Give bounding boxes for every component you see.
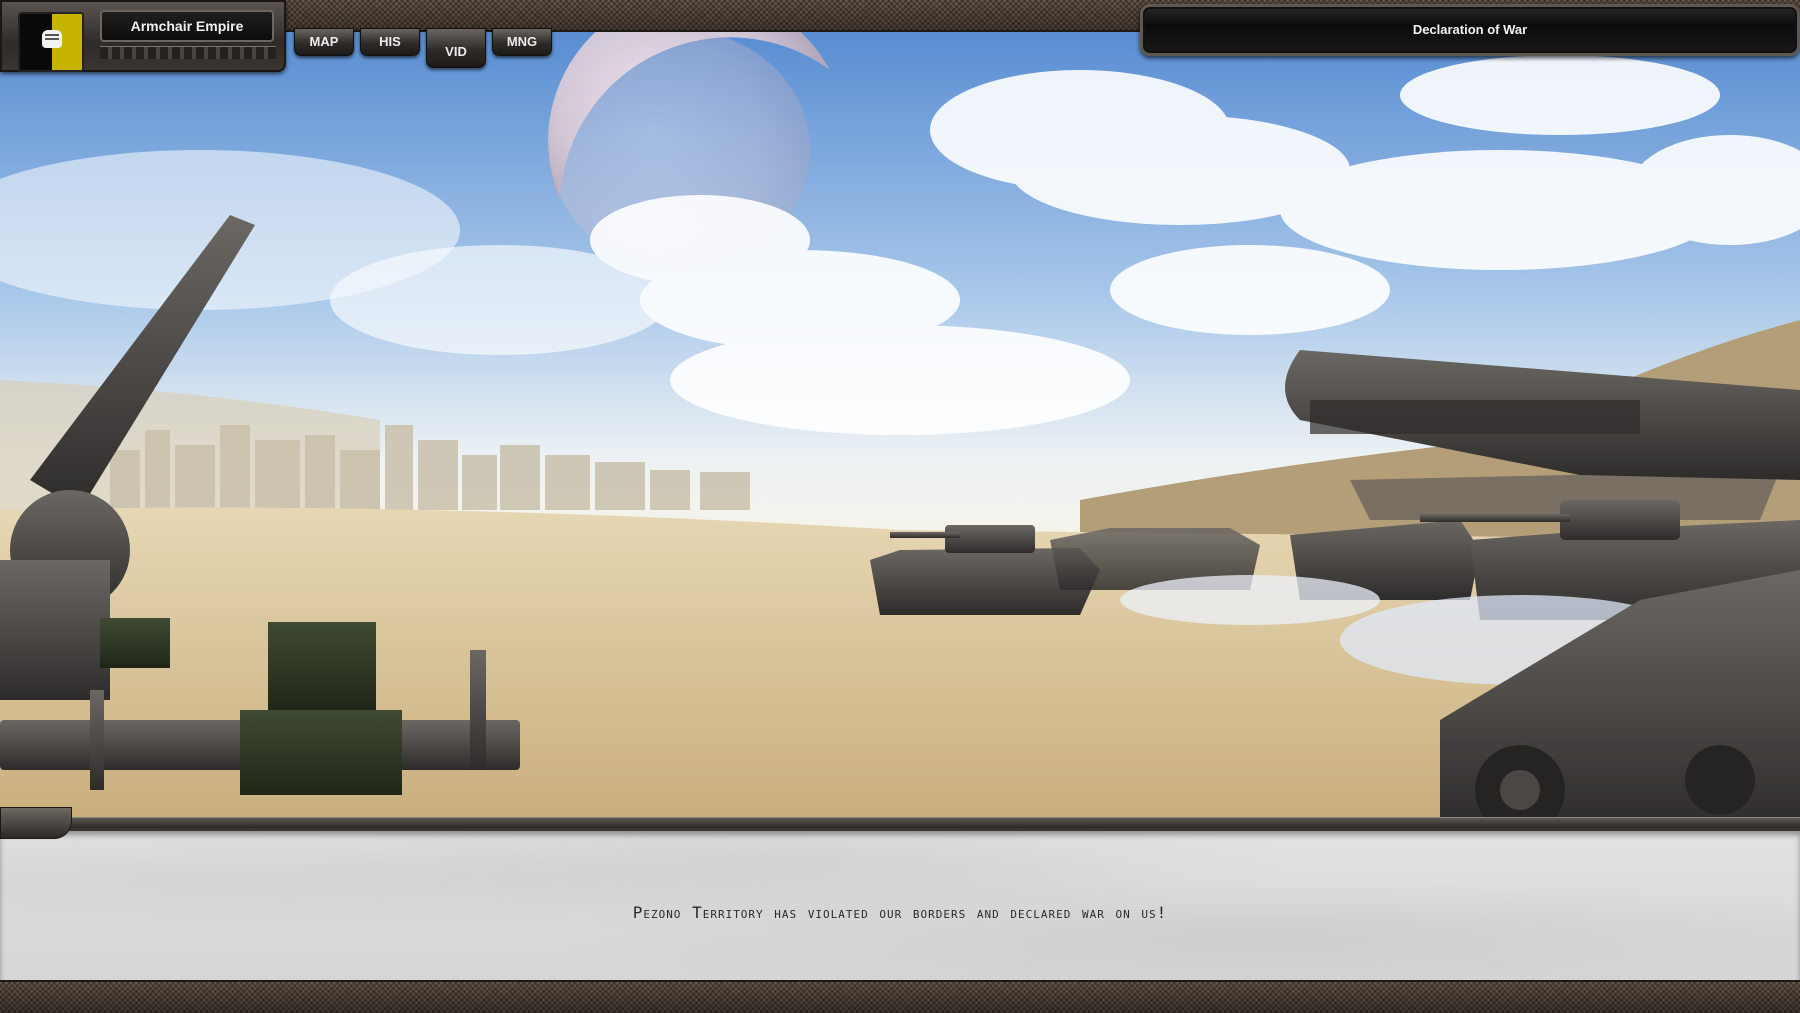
screen-title: Declaration of War bbox=[1412, 22, 1528, 37]
fist-icon bbox=[42, 30, 62, 48]
empire-name: Armchair Empire bbox=[100, 10, 274, 42]
title-panel: Declaration of War bbox=[1140, 4, 1800, 56]
message-panel[interactable]: Pezono Territory has violated our border… bbox=[0, 807, 1800, 983]
nav-tabs: MAP HIS VID MNG bbox=[294, 28, 552, 68]
panel-latch bbox=[0, 807, 72, 839]
empire-panel: Armchair Empire bbox=[0, 0, 286, 72]
war-scene-icon bbox=[0, 0, 1800, 830]
empire-flag[interactable] bbox=[18, 12, 84, 72]
war-scene bbox=[0, 0, 1800, 830]
game-screen: Armchair Empire MAP HIS VID MNG Declarat… bbox=[0, 0, 1800, 1013]
empire-status-bar bbox=[100, 46, 276, 59]
message-text: Pezono Territory has violated our border… bbox=[632, 903, 1168, 922]
tab-map[interactable]: MAP bbox=[294, 28, 354, 56]
tab-video[interactable]: VID bbox=[426, 28, 486, 68]
tab-history[interactable]: HIS bbox=[360, 28, 420, 56]
bottom-frame-rail bbox=[0, 980, 1800, 1013]
tab-management[interactable]: MNG bbox=[492, 28, 552, 56]
